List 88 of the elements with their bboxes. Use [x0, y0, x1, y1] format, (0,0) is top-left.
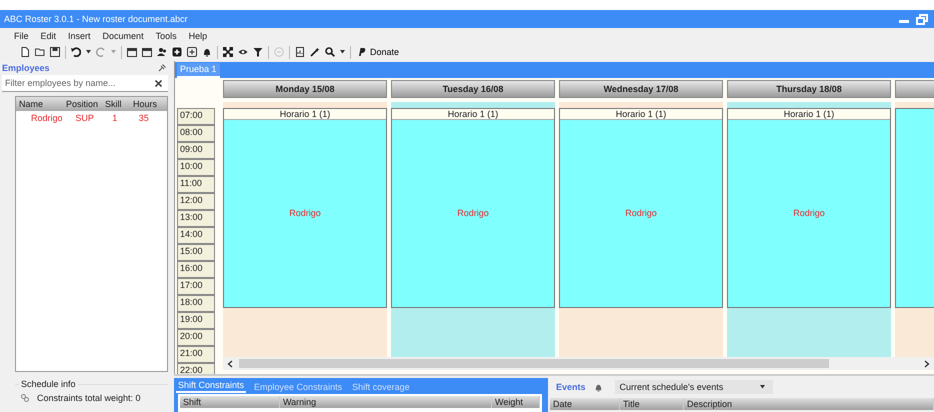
shift-title: Horario 1 (1): [392, 109, 554, 120]
employee-name: Rodrigo: [457, 208, 489, 218]
clear-icon[interactable]: [155, 80, 162, 87]
time-label: 12:00: [177, 193, 215, 210]
column-header[interactable]: Date: [550, 398, 620, 410]
panel-title: Events: [556, 382, 586, 392]
events-dropdown[interactable]: Current schedule's events: [614, 380, 773, 394]
column-header[interactable]: Weight: [492, 396, 540, 408]
time-label: 16:00: [177, 261, 215, 278]
column-header[interactable]: Shift: [180, 396, 280, 408]
caret-icon[interactable]: [86, 50, 91, 54]
panel-title: Employees: [2, 63, 50, 73]
time-label: 14:00: [177, 227, 215, 244]
folder-icon[interactable]: [35, 47, 45, 57]
menu-item[interactable]: Document: [96, 30, 150, 40]
pin-icon[interactable]: [158, 64, 166, 72]
time-label: 07:00: [177, 108, 215, 125]
scroll-right-icon[interactable]: [924, 360, 930, 368]
time-label: 11:00: [177, 176, 215, 193]
day-header: Tuesday 16/08: [391, 80, 555, 98]
shift-title: Horario 1 (1): [728, 109, 890, 120]
scroll-thumb[interactable]: [239, 359, 829, 368]
eye-icon[interactable]: [238, 47, 248, 57]
time-label: 19:00: [177, 312, 215, 329]
menu-item[interactable]: Tools: [150, 30, 183, 40]
group-title: Schedule info: [19, 379, 78, 389]
expand-icon[interactable]: [223, 47, 233, 57]
report-icon[interactable]: [295, 47, 305, 57]
calendar-icon[interactable]: [142, 47, 152, 57]
menu-item[interactable]: Help: [182, 30, 214, 40]
caret-icon: [760, 385, 765, 389]
shift-title: Horario 1 (1): [560, 109, 722, 120]
undo-icon[interactable]: [71, 47, 81, 57]
restore-icon[interactable]: [916, 14, 928, 24]
time-label: 15:00: [177, 244, 215, 261]
menu-item[interactable]: File: [8, 30, 35, 40]
table-cell-text: 1: [111, 113, 118, 123]
column-header[interactable]: Hours: [130, 99, 163, 109]
payment-icon: [358, 47, 366, 57]
users-icon[interactable]: [157, 47, 167, 57]
donate-button[interactable]: Donate: [356, 47, 402, 57]
column-header[interactable]: Skill: [102, 99, 130, 109]
new-file-icon[interactable]: [20, 47, 30, 57]
employee-name: Rodrigo: [793, 208, 825, 218]
bell-icon: [594, 382, 603, 392]
employee-name: Rodrigo: [625, 208, 657, 218]
save-icon[interactable]: [50, 47, 60, 57]
calendar-icon[interactable]: [127, 47, 137, 57]
menu-item[interactable]: Edit: [34, 30, 62, 40]
window-title: ABC Roster 3.0.1 - New roster document.abcr: [4, 14, 189, 24]
caret-icon[interactable]: [340, 50, 345, 54]
shift-block[interactable]: Horario 1 (1) Rodrigo: [223, 108, 387, 308]
shift-block[interactable]: Horario 1 (1) Rodrigo: [727, 108, 891, 308]
column-header[interactable]: Description: [684, 398, 934, 410]
scroll-left-icon[interactable]: [227, 360, 233, 368]
time-label: 20:00: [177, 329, 215, 346]
column-header[interactable]: Name: [16, 99, 63, 109]
time-label: 21:00: [177, 346, 215, 363]
bell-icon[interactable]: [202, 47, 212, 57]
column-header[interactable]: Position: [63, 99, 102, 109]
table-cell-text: 35: [138, 113, 150, 123]
table-cell-text: SUP: [74, 113, 95, 123]
plus-icon[interactable]: [187, 47, 197, 57]
day-header: Wednesday 17/08: [559, 80, 723, 98]
table-cell-text: Rodrigo: [30, 113, 64, 123]
column-header[interactable]: Title: [620, 398, 684, 410]
time-label: 17:00: [177, 278, 215, 295]
filter-icon[interactable]: [253, 47, 263, 57]
filter-field[interactable]: Filter employees by name...: [2, 75, 168, 92]
shift-block[interactable]: Horario 1 (1) Rodrigo: [391, 108, 555, 308]
time-label: 13:00: [177, 210, 215, 227]
horizontal-scrollbar[interactable]: [223, 357, 934, 370]
time-label: 22:00: [177, 363, 215, 374]
time-label: 18:00: [177, 295, 215, 312]
time-label: 10:00: [177, 159, 215, 176]
search-icon[interactable]: [325, 47, 335, 57]
shift-title: Horario 1 (1): [224, 109, 386, 120]
wand-icon[interactable]: [310, 47, 320, 57]
day-header: Monday 15/08: [223, 80, 387, 98]
info-text: Constraints total weight: 0: [37, 393, 141, 403]
time-label: 08:00: [177, 125, 215, 142]
shift-block[interactable]: Horario 1 (1) Rodrigo: [559, 108, 723, 308]
day-header: Thursday 18/08: [727, 80, 891, 98]
menu-item[interactable]: Insert: [62, 30, 97, 40]
employee-name: Rodrigo: [289, 208, 321, 218]
link-icon: [21, 394, 29, 402]
time-label: 09:00: [177, 142, 215, 159]
column-header[interactable]: Warning: [280, 396, 492, 408]
